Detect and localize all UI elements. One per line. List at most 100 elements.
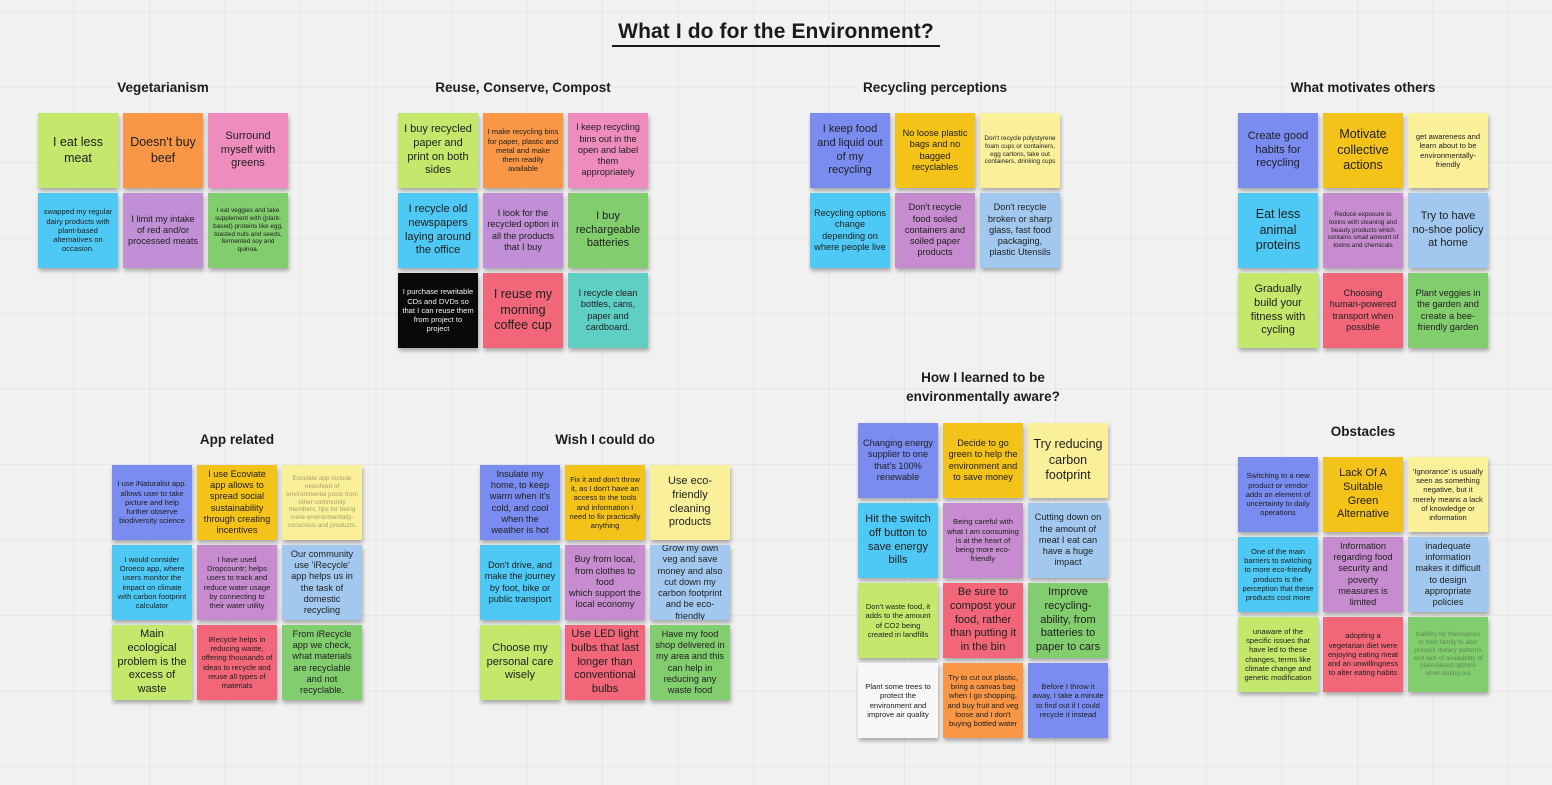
cluster-title-app-related: App related xyxy=(199,432,275,447)
sticky-note-text: Improve recycling-ability, from batterie… xyxy=(1035,586,1101,653)
sticky-note-text: Don't recycle broken or sharp glass, fas… xyxy=(987,202,1053,258)
sticky-note-text: I look for the recycled option in all th… xyxy=(487,208,559,252)
sticky-note[interactable]: Information regarding food security and … xyxy=(1323,537,1403,612)
sticky-note[interactable]: Grow my own veg and save money and also … xyxy=(650,545,730,620)
sticky-note[interactable]: Recycling options change depending on wh… xyxy=(810,193,890,268)
sticky-note[interactable]: Plant veggies in the garden and create a… xyxy=(1408,273,1488,348)
cluster-title-reuse-conserve-compost: Reuse, Conserve, Compost xyxy=(435,80,611,95)
sticky-note-text: I recycle clean bottles, cans, paper and… xyxy=(578,288,638,332)
sticky-note-text: Try to cut out plastic, bring a canvas b… xyxy=(947,672,1019,728)
sticky-note[interactable]: Buy from local, from clothes to food whi… xyxy=(565,545,645,620)
sticky-note[interactable]: Cutting down on the amount of meat I eat… xyxy=(1028,503,1108,578)
sticky-note[interactable]: Gradually build your fitness with cyclin… xyxy=(1238,273,1318,348)
sticky-note-text: Create good habits for recycling xyxy=(1247,130,1309,170)
sticky-note[interactable]: One of the main barriers to switching to… xyxy=(1238,537,1318,612)
sticky-note-text: Buy from local, from clothes to food whi… xyxy=(569,554,642,610)
sticky-note[interactable]: iRecycle helps in reducing waste, offeri… xyxy=(197,625,277,700)
sticky-note[interactable]: Insulate my home, to keep warm when it's… xyxy=(480,465,560,540)
sticky-note[interactable]: Motivate collective actions xyxy=(1323,113,1403,188)
sticky-note-text: Plant some trees to protect the environm… xyxy=(865,682,931,719)
sticky-note[interactable]: Choosing human-powered transport when po… xyxy=(1323,273,1403,348)
sticky-note[interactable]: Plant some trees to protect the environm… xyxy=(858,663,938,738)
sticky-note-text: Doesn't buy beef xyxy=(130,134,196,165)
sticky-note[interactable]: I keep food and liquid out of my recycli… xyxy=(810,113,890,188)
sticky-note[interactable]: Choose my personal care wisely xyxy=(480,625,560,700)
sticky-note[interactable]: Switching to a new product or vendor add… xyxy=(1238,457,1318,532)
sticky-note[interactable]: I buy recycled paper and print on both s… xyxy=(398,113,478,188)
sticky-note[interactable]: Don't drive, and make the journey by foo… xyxy=(480,545,560,620)
cluster-title-how-i-learned: How I learned to be environmentally awar… xyxy=(906,370,1060,404)
sticky-note[interactable]: I reuse my morning coffee cup xyxy=(483,273,563,348)
sticky-note[interactable]: Don't waste food, it adds to the amount … xyxy=(858,583,938,658)
sticky-note[interactable]: Before I throw it away, I take a minute … xyxy=(1028,663,1108,738)
sticky-note[interactable]: get awareness and learn about to be envi… xyxy=(1408,113,1488,188)
sticky-note[interactable]: I have used Dropcountr; helps users to t… xyxy=(197,545,277,620)
sticky-note[interactable]: Lack Of A Suitable Green Alternative xyxy=(1323,457,1403,532)
sticky-note-text: Cutting down on the amount of meat I eat… xyxy=(1034,512,1102,568)
sticky-note[interactable]: I keep recycling bins out in the open an… xyxy=(568,113,648,188)
sticky-note[interactable]: Try to have no-shoe policy at home xyxy=(1408,193,1488,268)
sticky-note-text: Be sure to compost your food, rather tha… xyxy=(949,586,1017,653)
sticky-note[interactable]: Ecoviate app include newsfeed of environ… xyxy=(282,465,362,540)
sticky-note-text: Surround myself with greens xyxy=(220,130,276,170)
sticky-note[interactable]: I limit my intake of red and/or processe… xyxy=(123,193,203,268)
sticky-note[interactable]: 'Ignorance' is usually seen as something… xyxy=(1408,457,1488,532)
sticky-note-text: Switching to a new product or vendor add… xyxy=(1245,471,1311,518)
sticky-note[interactable]: I recycle clean bottles, cans, paper and… xyxy=(568,273,648,348)
sticky-note[interactable]: unaware of the specific issues that have… xyxy=(1238,617,1318,692)
sticky-note[interactable]: Decide to go green to help the environme… xyxy=(943,423,1023,498)
sticky-note-grid-reuse-conserve-compost: I buy recycled paper and print on both s… xyxy=(398,113,648,348)
sticky-note[interactable]: Changing energy supplier to one that's 1… xyxy=(858,423,938,498)
sticky-note[interactable]: Being careful with what I am consuming i… xyxy=(943,503,1023,578)
sticky-note[interactable]: I make recycling bins for paper, plastic… xyxy=(483,113,563,188)
sticky-note-text: Ecoviate app include newsfeed of environ… xyxy=(286,475,358,530)
sticky-note[interactable]: Improve recycling-ability, from batterie… xyxy=(1028,583,1108,658)
sticky-note[interactable]: I use iNaturalist app. allows user to ta… xyxy=(112,465,192,540)
sticky-note[interactable]: From iRecycle app we check, what materia… xyxy=(282,625,362,700)
sticky-note-text: I have used Dropcountr; helps users to t… xyxy=(203,554,271,610)
sticky-note[interactable]: I look for the recycled option in all th… xyxy=(483,193,563,268)
sticky-note[interactable]: Main ecological problem is the excess of… xyxy=(112,625,192,700)
sticky-note[interactable]: adopting a vegetarian diet were enjoying… xyxy=(1323,617,1403,692)
sticky-note[interactable]: Use eco-friendly cleaning products xyxy=(650,465,730,540)
sticky-note[interactable]: Try to cut out plastic, bring a canvas b… xyxy=(943,663,1023,738)
whiteboard-canvas[interactable]: What I do for the Environment? Vegetaria… xyxy=(0,0,1552,785)
sticky-note-text: swapped my regular dairy products with p… xyxy=(43,207,113,254)
sticky-note[interactable]: Create good habits for recycling xyxy=(1238,113,1318,188)
sticky-note[interactable]: Be sure to compost your food, rather tha… xyxy=(943,583,1023,658)
sticky-note[interactable]: No loose plastic bags and no bagged recy… xyxy=(895,113,975,188)
sticky-note-grid-recycling-perceptions: I keep food and liquid out of my recycli… xyxy=(810,113,1060,268)
sticky-note-text: One of the main barriers to switching to… xyxy=(1242,546,1314,602)
sticky-note[interactable]: Use LED light bulbs that last longer tha… xyxy=(565,625,645,700)
sticky-note[interactable]: Inability for themselves or their family… xyxy=(1408,617,1488,692)
sticky-note-text: I keep recycling bins out in the open an… xyxy=(576,122,640,178)
sticky-note-text: Have my food shop delivered in my area a… xyxy=(655,628,725,695)
sticky-note-grid-vegetarianism: I eat less meat Doesn't buy beef Surround … xyxy=(38,113,288,268)
sticky-note[interactable]: I purchase rewritable CDs and DVDs so th… xyxy=(398,273,478,348)
sticky-note[interactable]: swapped my regular dairy products with p… xyxy=(38,193,118,268)
sticky-note[interactable]: I eat less meat xyxy=(38,113,118,188)
sticky-note-text: No loose plastic bags and no bagged recy… xyxy=(902,128,968,172)
sticky-note[interactable]: Our community use 'iRecycle' app helps u… xyxy=(282,545,362,620)
sticky-note[interactable]: inadequate information makes it difficul… xyxy=(1408,537,1488,612)
sticky-note[interactable]: Reduce exposure to toxins with cleaning … xyxy=(1323,193,1403,268)
sticky-note[interactable]: Don't recycle food soiled containers and… xyxy=(895,193,975,268)
sticky-note[interactable]: Doesn't buy beef xyxy=(123,113,203,188)
sticky-note[interactable]: Try reducing carbon footprint xyxy=(1028,423,1108,498)
sticky-note[interactable]: Fix it and don't throw it, as I don't ha… xyxy=(565,465,645,540)
sticky-note[interactable]: I would consider Oroeco app, where users… xyxy=(112,545,192,620)
sticky-note[interactable]: Surround myself with greens xyxy=(208,113,288,188)
sticky-note[interactable]: Hit the switch off button to save energy… xyxy=(858,503,938,578)
sticky-note[interactable]: Eat less animal proteins xyxy=(1238,193,1318,268)
sticky-note[interactable]: I use Ecoviate app allows to spread soci… xyxy=(197,465,277,540)
sticky-note-text: Decide to go green to help the environme… xyxy=(948,438,1018,482)
sticky-note[interactable]: Don't recycle broken or sharp glass, fas… xyxy=(980,193,1060,268)
sticky-note[interactable]: I buy rechargeable batteries xyxy=(568,193,648,268)
sticky-note[interactable]: I recycle old newspapers laying around t… xyxy=(398,193,478,268)
sticky-note[interactable]: Don't recycle polystyrene foam cups or c… xyxy=(980,113,1060,188)
sticky-note[interactable]: Have my food shop delivered in my area a… xyxy=(650,625,730,700)
sticky-note-text: Changing energy supplier to one that's 1… xyxy=(863,438,933,482)
sticky-note-grid-obstacles: Switching to a new product or vendor add… xyxy=(1238,457,1488,692)
sticky-note-text: I buy recycled paper and print on both s… xyxy=(404,123,472,177)
sticky-note[interactable]: I eat veggies and take supplement with (… xyxy=(208,193,288,268)
